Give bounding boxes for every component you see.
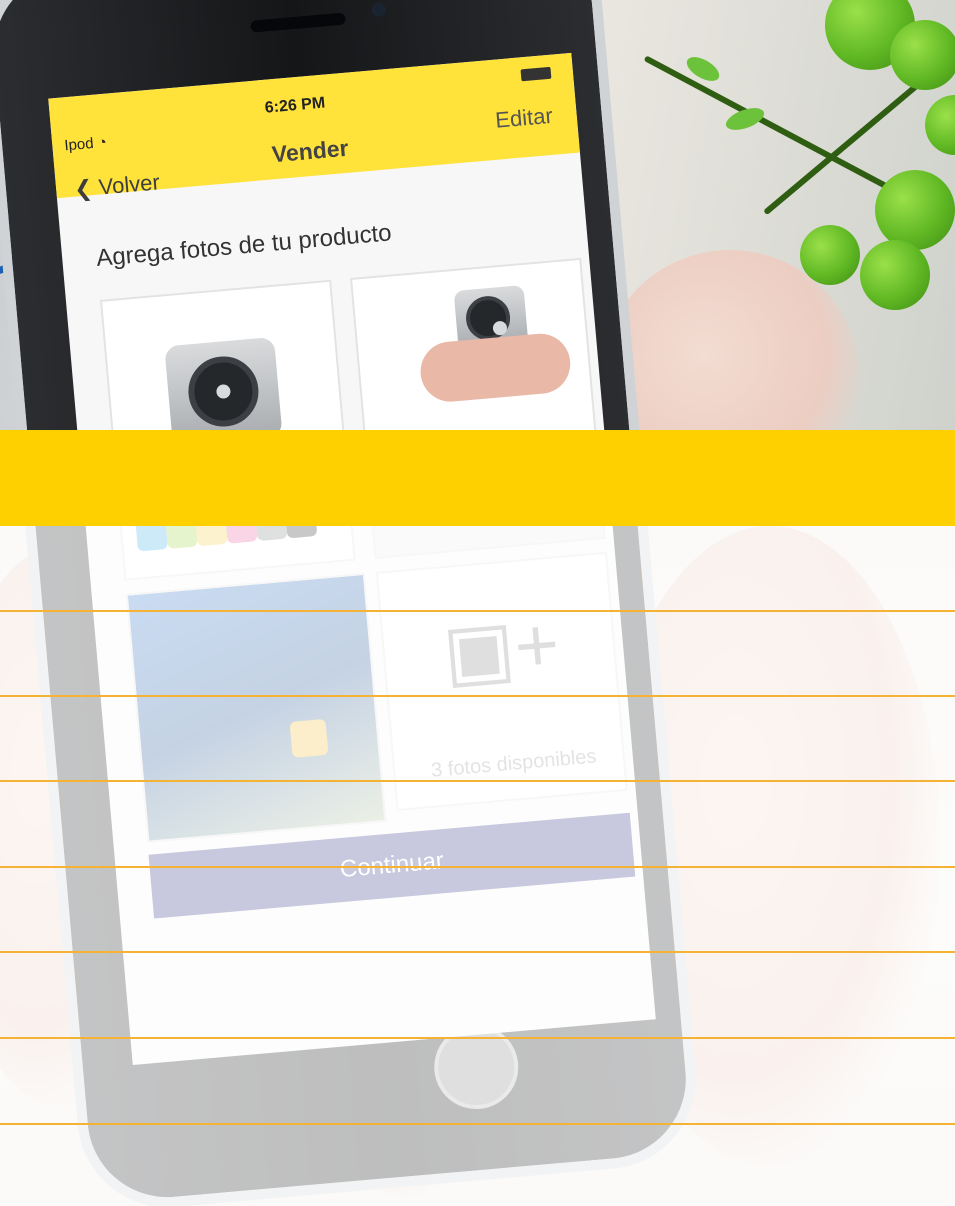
- background-photo-top: [0, 0, 955, 430]
- ruled-line: [0, 695, 955, 697]
- ruled-line: [0, 1037, 955, 1039]
- ruled-line: [0, 1123, 955, 1125]
- partial-blue-graphic: [0, 215, 22, 275]
- ruled-line: [0, 610, 955, 612]
- ruled-line: [0, 951, 955, 953]
- plant-decoration: [625, 0, 955, 430]
- yellow-header-band: [0, 430, 955, 526]
- ruled-line: [0, 866, 955, 868]
- ruled-line: [0, 780, 955, 782]
